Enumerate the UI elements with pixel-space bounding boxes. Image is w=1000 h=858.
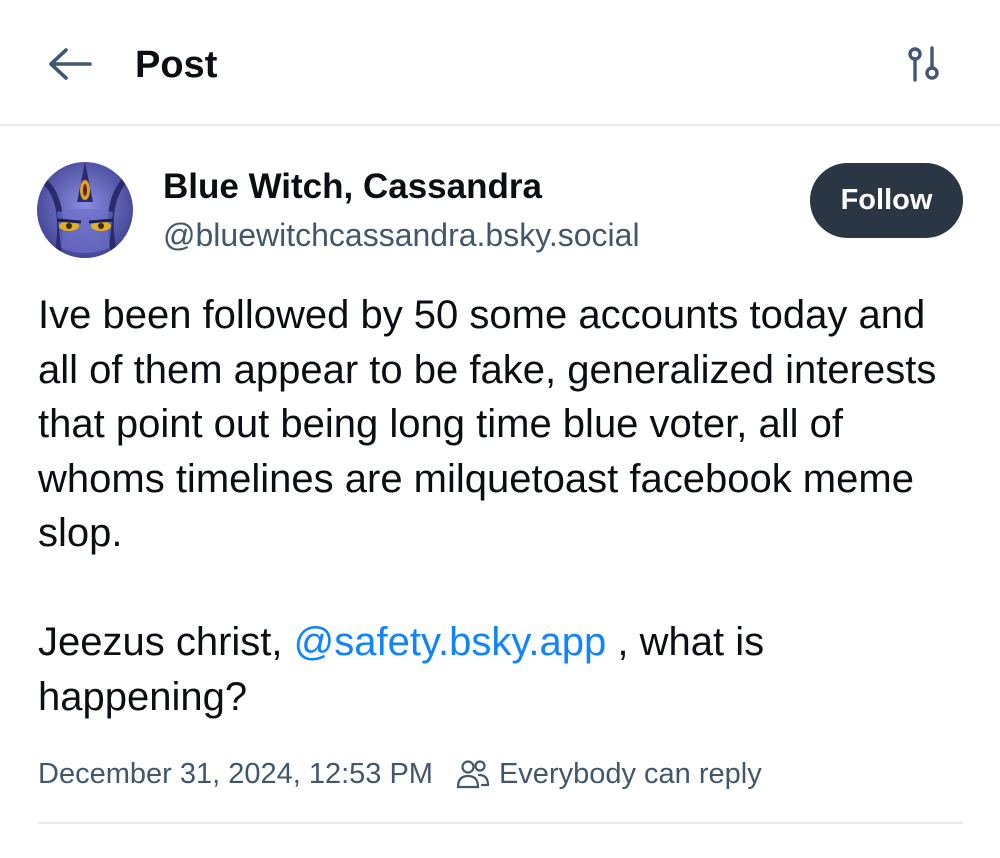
follow-button[interactable]: Follow (810, 163, 963, 238)
mention-link[interactable]: @safety.bsky.app (294, 620, 607, 664)
people-icon (455, 756, 491, 792)
top-bar: Post (0, 0, 1000, 126)
post-thread-screen: Post Blue Witch, Cassandra @bluewitchcas… (0, 0, 1000, 858)
post-meta: December 31, 2024, 12:53 PM Everybody ca… (38, 754, 968, 794)
back-button[interactable] (40, 40, 100, 92)
post-text: Ive been followed by 50 some accounts to… (38, 288, 968, 724)
arrow-left-icon (47, 47, 93, 86)
post-paragraph: Jeezus christ, @safety.bsky.app , what i… (38, 615, 968, 724)
author-display-name[interactable]: Blue Witch, Cassandra (163, 166, 542, 208)
divider (38, 822, 963, 824)
post-paragraph: Ive been followed by 50 some accounts to… (38, 293, 937, 555)
page-title: Post (135, 44, 218, 86)
avatar[interactable] (37, 162, 133, 258)
sliders-icon (904, 44, 944, 89)
post-timestamp: December 31, 2024, 12:53 PM (38, 757, 433, 790)
author-handle[interactable]: @bluewitchcassandra.bsky.social (163, 215, 640, 255)
reply-setting-link[interactable]: Everybody can reply (499, 758, 762, 791)
thread-options-button[interactable] (892, 40, 956, 92)
post-text-segment: Jeezus christ, (38, 620, 294, 664)
